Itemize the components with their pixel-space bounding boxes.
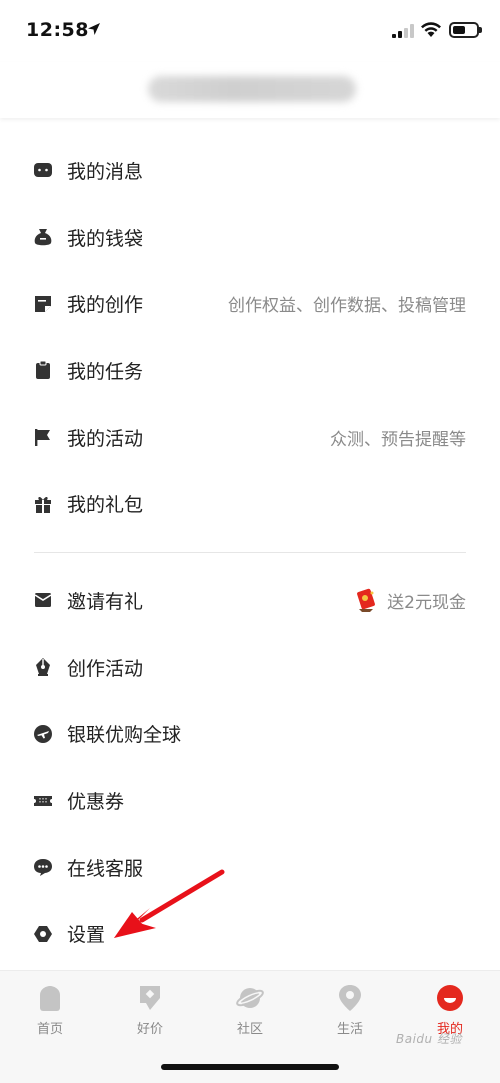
- tab-life[interactable]: 生活: [300, 983, 400, 1043]
- menu-item-unionpay-global[interactable]: 银联优购全球: [0, 701, 500, 768]
- menu-label: 我的创作: [67, 294, 144, 317]
- home-icon: [40, 986, 60, 1011]
- menu-item-customer-service[interactable]: 在线客服: [0, 834, 500, 901]
- cellular-signal-icon: [392, 24, 414, 38]
- menu-item-invite[interactable]: 邀请有礼 送2元现金: [0, 567, 500, 634]
- menu-extra-text: 送2元现金: [353, 587, 466, 613]
- battery-level: [453, 26, 465, 34]
- chat-icon: [33, 857, 53, 877]
- menu-item-tasks[interactable]: 我的任务: [0, 337, 500, 404]
- menu-item-coupons[interactable]: 优惠券: [0, 767, 500, 834]
- menu-item-creation-events[interactable]: 创作活动: [0, 634, 500, 701]
- note-icon: [33, 294, 53, 314]
- tab-label: 首页: [36, 1022, 63, 1037]
- settings-icon: [33, 924, 53, 944]
- menu-item-messages[interactable]: 我的消息: [0, 137, 500, 204]
- menu-divider: [34, 552, 466, 554]
- tab-label: 生活: [336, 1022, 363, 1037]
- menu-label: 我的任务: [67, 360, 144, 383]
- menu-extra-text: 众测、预告提醒等: [330, 429, 466, 450]
- menu-extra-label: 送2元现金: [387, 592, 466, 613]
- tab-deals[interactable]: 好价: [100, 983, 200, 1043]
- flag-icon: [33, 427, 53, 447]
- menu-item-activities[interactable]: 我的活动 众测、预告提醒等: [0, 404, 500, 471]
- status-time: 12:58: [26, 19, 89, 41]
- gift-box-icon: [33, 494, 53, 514]
- menu-label: 我的消息: [67, 160, 144, 183]
- profile-face-icon: [437, 985, 463, 1011]
- plane-icon: [33, 724, 53, 744]
- ticket-icon: [33, 791, 53, 811]
- location-arrow-icon: [88, 23, 100, 35]
- menu-label: 银联优购全球: [67, 724, 182, 747]
- annotation-arrow-icon: [114, 869, 225, 938]
- money-bag-icon: [33, 227, 53, 247]
- menu-label: 创作活动: [67, 657, 144, 680]
- menu-label: 我的钱袋: [67, 227, 144, 250]
- menu-item-wallet[interactable]: 我的钱袋: [0, 204, 500, 271]
- pen-nib-icon: [33, 657, 53, 677]
- price-tag-icon: [140, 986, 160, 1010]
- menu-extra-text: 创作权益、创作数据、投稿管理: [228, 296, 466, 317]
- menu-item-settings[interactable]: 设置: [0, 901, 500, 968]
- tab-home[interactable]: 首页: [0, 983, 100, 1043]
- clipboard-icon: [33, 360, 53, 380]
- menu-label: 我的活动: [67, 427, 144, 450]
- account-header[interactable]: [0, 62, 500, 118]
- tab-label: 社区: [236, 1022, 263, 1037]
- watermark: Baidu 经验: [396, 1032, 462, 1046]
- menu-label: 我的礼包: [67, 494, 144, 517]
- home-indicator[interactable]: [161, 1064, 339, 1070]
- menu-label: 设置: [67, 924, 106, 947]
- tab-label: 好价: [136, 1022, 163, 1037]
- red-envelope-gift-icon: [357, 589, 376, 613]
- tab-community[interactable]: 社区: [200, 983, 300, 1043]
- menu-item-creations[interactable]: 我的创作 创作权益、创作数据、投稿管理: [0, 270, 500, 337]
- planet-icon: [236, 988, 264, 1008]
- menu-label: 邀请有礼: [67, 590, 144, 613]
- location-pin-icon: [339, 985, 361, 1011]
- wifi-icon: [421, 22, 441, 37]
- profile-menu: 我的消息 我的钱袋 我的创作 创作权益、创作数据、投稿管理 我的任务 我的活动 …: [0, 137, 500, 967]
- envelope-icon: [33, 590, 53, 610]
- menu-item-gift-pack[interactable]: 我的礼包: [0, 470, 500, 537]
- battery-icon: [449, 22, 482, 38]
- message-icon: [33, 160, 53, 180]
- menu-label: 优惠券: [67, 791, 125, 814]
- blurred-account-id: [148, 76, 356, 102]
- status-bar: 12:58: [0, 0, 500, 62]
